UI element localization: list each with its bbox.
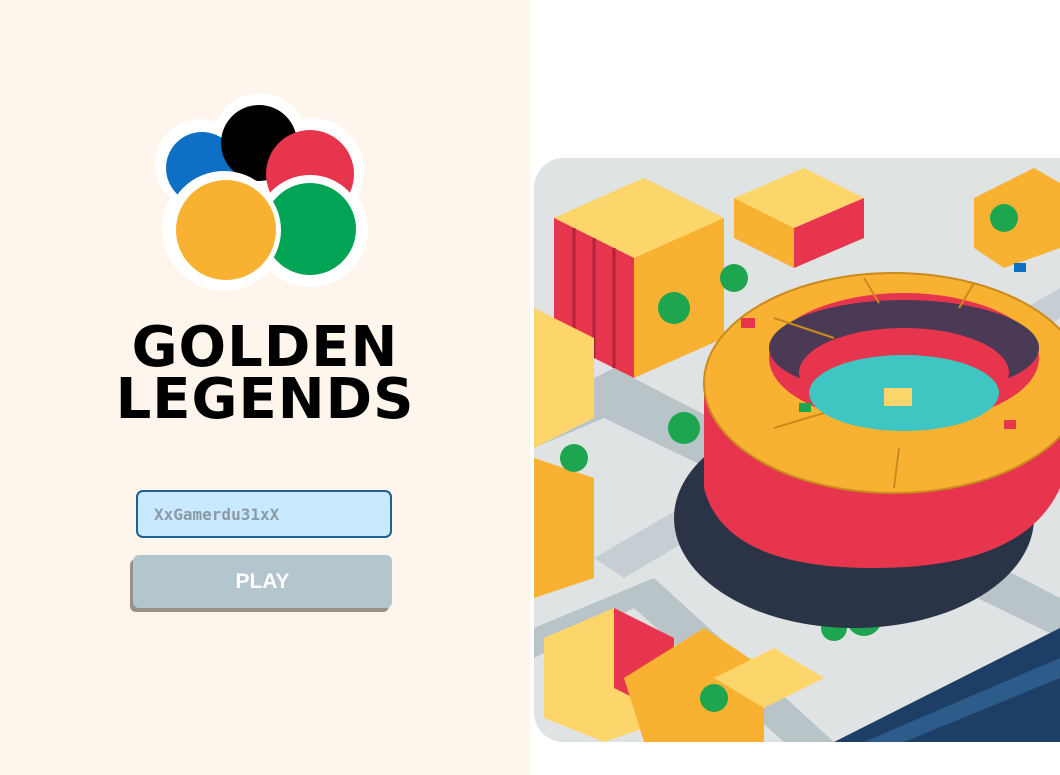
illustration-panel: [530, 0, 1060, 775]
play-button[interactable]: PLAY: [133, 555, 392, 608]
login-panel: GOLDEN LEGENDS PLAY: [0, 0, 530, 775]
isometric-city-icon: [534, 158, 1060, 742]
game-title-line2: LEGENDS: [115, 367, 415, 432]
logo-yellow-circle: [176, 180, 276, 280]
stadium-illustration: [534, 158, 1060, 742]
golden-legends-logo-icon: [155, 93, 368, 291]
username-input[interactable]: [136, 490, 392, 538]
